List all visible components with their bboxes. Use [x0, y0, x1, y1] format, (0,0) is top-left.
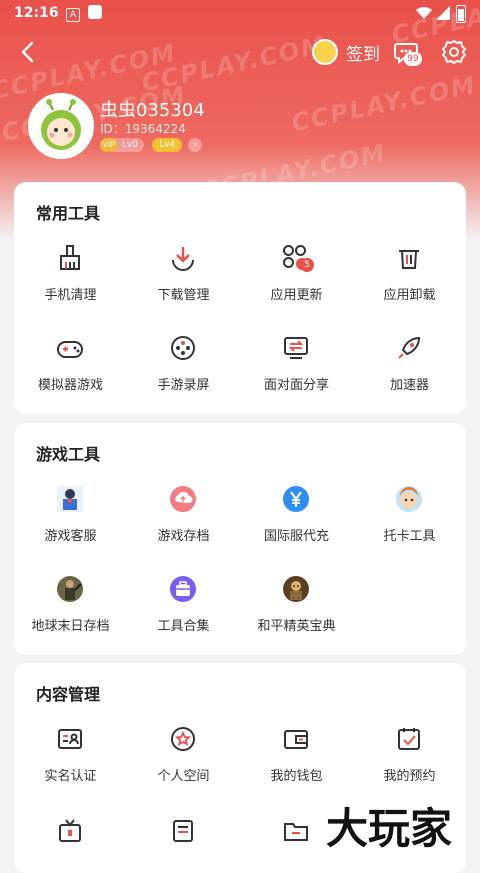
tool-item-label: 我的预约 — [383, 769, 436, 784]
tool-item-last-day[interactable]: 地球末日存档 — [14, 573, 127, 643]
signin-label: 签到 — [346, 44, 380, 65]
tool-item-customer-service[interactable]: 游戏客服 — [14, 483, 127, 553]
user-badges[interactable]: VIP Lv0 Lv4 › — [100, 138, 203, 152]
last-day-icon — [54, 573, 86, 605]
tool-item-rocket[interactable]: 加速器 — [353, 332, 466, 402]
tool-item-gamepad[interactable]: 模拟器游戏 — [14, 332, 127, 402]
vip-level: Lv0 — [122, 140, 139, 150]
tool-item-label: 手机清理 — [44, 288, 97, 303]
tool-item-calendar-check[interactable]: 我的预约 — [353, 723, 466, 793]
pubg-icon — [280, 573, 312, 605]
tool-item-label: 应用卸载 — [383, 288, 436, 303]
tool-item-label: 托卡工具 — [383, 529, 436, 544]
tool-item-toca[interactable]: 托卡工具 — [353, 483, 466, 553]
vip-badge: VIP Lv0 — [100, 138, 145, 152]
tool-item-app-update[interactable]: 5 应用更新 — [240, 242, 353, 312]
tool-item-label: 应用更新 — [270, 288, 323, 303]
tool-item-label: 个人空间 — [157, 769, 210, 784]
tool-item-label: 我的钱包 — [270, 769, 323, 784]
update-count-badge: 5 — [300, 258, 314, 272]
toolbox-icon — [167, 573, 199, 605]
tool-item-star-space[interactable]: 个人空间 — [127, 723, 240, 793]
tool-item-id-card[interactable]: 实名认证 — [14, 723, 127, 793]
notification-a-icon: A — [66, 8, 80, 22]
customer-service-icon — [54, 483, 86, 515]
id-card-icon — [54, 723, 86, 755]
chevron-right-icon[interactable]: › — [188, 138, 203, 152]
folder-icon[interactable] — [282, 817, 310, 845]
brand-watermark: 大玩家 — [326, 804, 453, 853]
rocket-icon — [393, 332, 425, 364]
username: 虫虫035304 — [100, 100, 205, 121]
tool-item-label: 游戏客服 — [44, 529, 97, 544]
section-title: 常用工具 — [36, 204, 101, 223]
app-update-icon: 5 — [280, 242, 314, 274]
tool-item-broom[interactable]: 手机清理 — [14, 242, 127, 312]
tool-item-label: 和平精英宝典 — [257, 619, 336, 634]
tool-item-label: 模拟器游戏 — [37, 378, 103, 393]
tool-item-yen[interactable]: 国际服代充 — [240, 483, 353, 553]
section-title: 游戏工具 — [36, 445, 101, 464]
tool-item-label: 游戏存档 — [157, 529, 210, 544]
download-icon — [167, 242, 199, 274]
gift-icon — [312, 39, 338, 65]
avatar[interactable] — [28, 93, 94, 159]
game-tools-card: 游戏工具 游戏客服 游戏存档 国际服代充 托卡工具地球末日存档 工具合集 和平精英宝典 — [14, 423, 466, 655]
tool-item-label: 面对面分享 — [263, 378, 329, 393]
star-space-icon — [167, 723, 199, 755]
tool-item-share[interactable]: 面对面分享 — [240, 332, 353, 402]
status-bar: 12:16 A — [0, 0, 480, 28]
tool-item-label: 工具合集 — [157, 619, 210, 634]
tool-item-label: 地球末日存档 — [31, 619, 110, 634]
status-time: 12:16 — [14, 5, 59, 21]
tool-item-cloud-save[interactable]: 游戏存档 — [127, 483, 240, 553]
message-count-badge: 99 — [404, 52, 422, 66]
user-id: ID：19364224 — [100, 122, 186, 136]
cloud-save-icon — [167, 483, 199, 515]
tool-item-trash[interactable]: 应用卸载 — [353, 242, 466, 312]
section-title: 内容管理 — [36, 685, 101, 704]
share-icon — [280, 332, 312, 364]
record-icon — [167, 332, 199, 364]
signin-button[interactable]: 签到 — [312, 38, 380, 66]
calendar-check-icon — [393, 723, 425, 755]
battery-icon — [456, 5, 466, 23]
tool-item-record[interactable]: 手游录屏 — [127, 332, 240, 402]
yen-icon — [280, 483, 312, 515]
broom-icon — [54, 242, 86, 274]
tool-item-label: 国际服代充 — [263, 529, 329, 544]
tool-item-label: 实名认证 — [44, 769, 97, 784]
tool-item-label: 手游录屏 — [157, 378, 210, 393]
tool-item-pubg[interactable]: 和平精英宝典 — [240, 573, 353, 643]
notification-square-icon — [88, 5, 102, 19]
gear-icon[interactable] — [440, 38, 468, 66]
tv-icon[interactable] — [56, 817, 84, 845]
list-icon[interactable] — [169, 817, 197, 845]
vip-icon: VIP — [100, 138, 118, 152]
tool-item-label: 加速器 — [389, 378, 429, 393]
wallet-icon — [280, 723, 312, 755]
signal-icon — [436, 6, 450, 20]
wifi-icon — [416, 6, 432, 20]
common-tools-card: 常用工具 手机清理 下载管理 5 应用更新 应用卸载模拟器游戏 手游录屏 面对面分享 加速器 — [14, 182, 466, 414]
message-button[interactable]: 99 — [392, 38, 424, 66]
user-level-badge: Lv4 — [152, 138, 183, 152]
tool-item-toolbox[interactable]: 工具合集 — [127, 573, 240, 643]
tool-item-label: 下载管理 — [157, 288, 210, 303]
toca-icon — [393, 483, 425, 515]
back-icon[interactable] — [14, 38, 42, 66]
avatar-mascot-icon — [31, 96, 91, 156]
tool-item-wallet[interactable]: 我的钱包 — [240, 723, 353, 793]
tool-item-download[interactable]: 下载管理 — [127, 242, 240, 312]
trash-icon — [393, 242, 425, 274]
gamepad-icon — [54, 332, 86, 364]
